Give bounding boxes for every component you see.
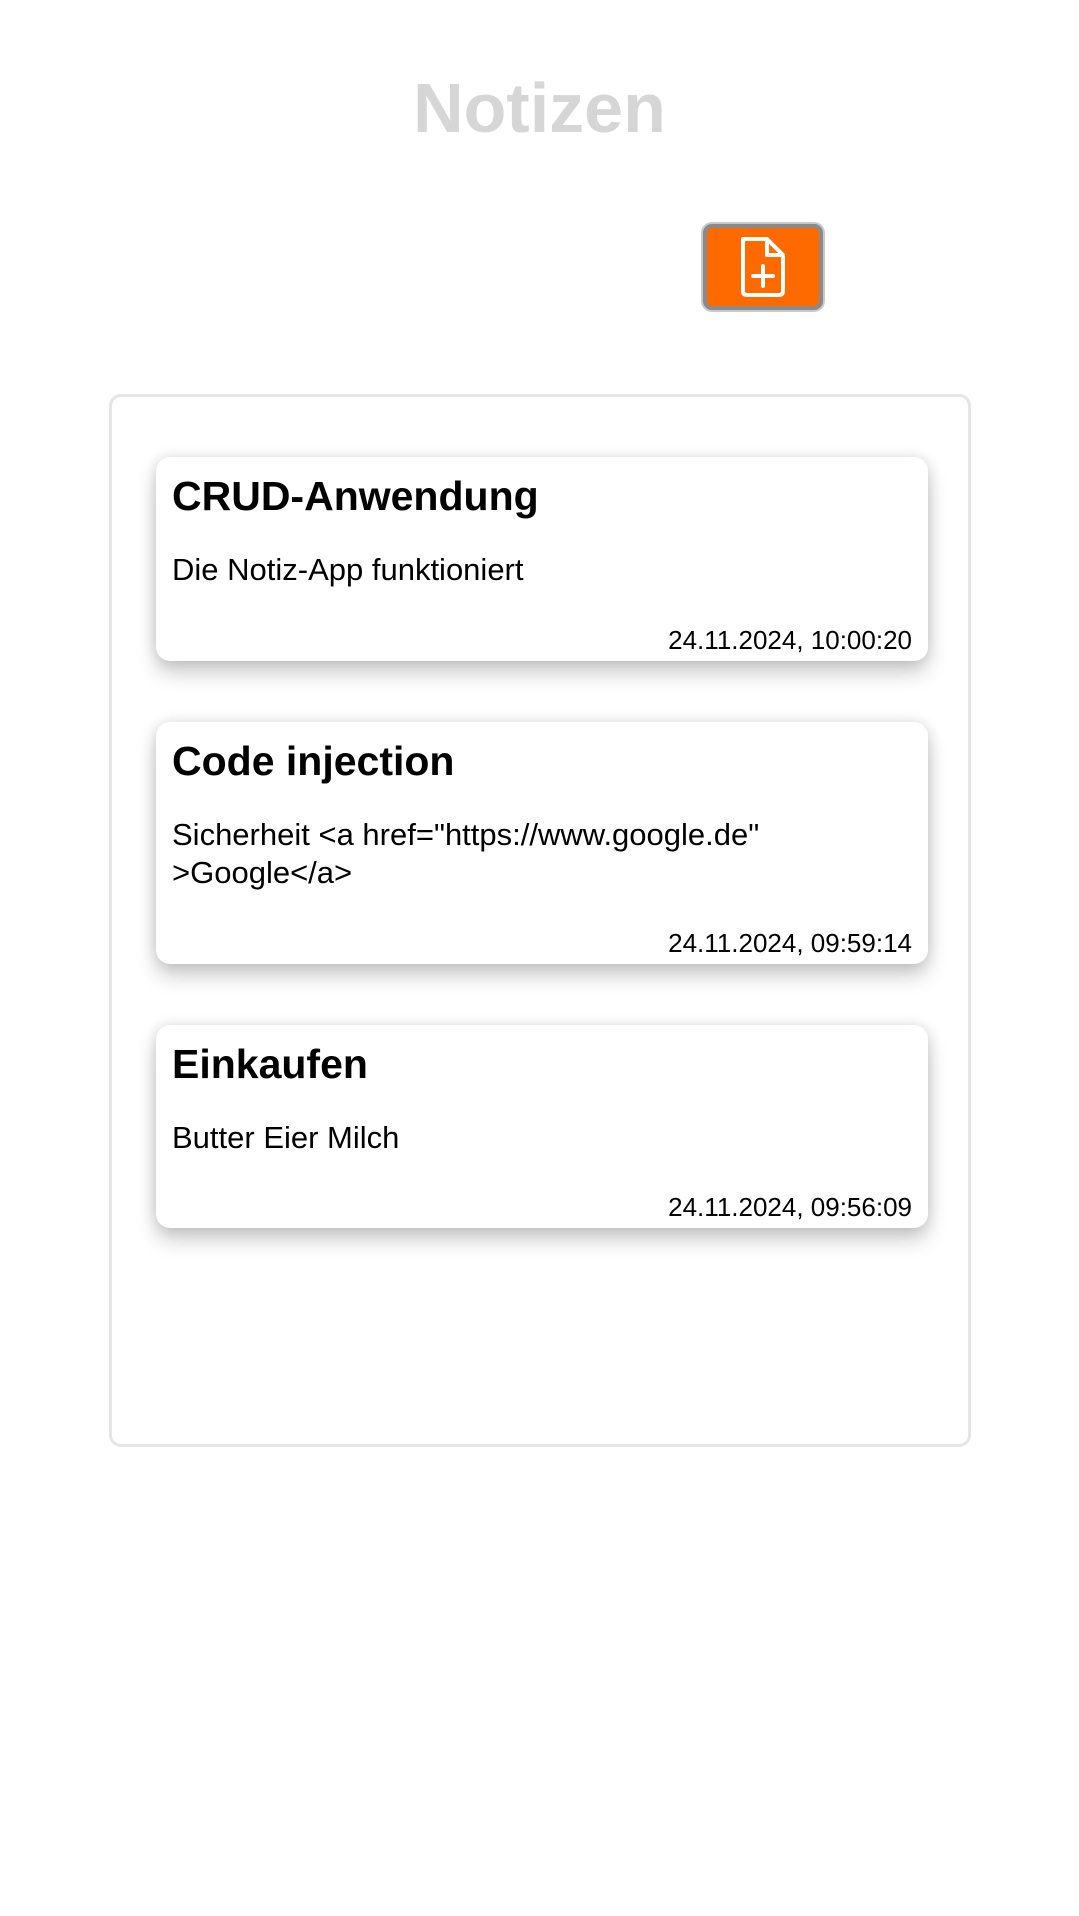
note-body: Die Notiz-App funktioniert: [172, 552, 524, 587]
note-card[interactable]: Code injection Sicherheit <a href="https…: [156, 722, 928, 964]
notes-list: CRUD-Anwendung Die Notiz-App funktionier…: [109, 394, 971, 1447]
note-card[interactable]: CRUD-Anwendung Die Notiz-App funktionier…: [156, 457, 928, 661]
note-body: Sicherheit <a href="https://www.google.d…: [172, 817, 760, 890]
note-title: CRUD-Anwendung: [172, 473, 539, 519]
note-title: Einkaufen: [172, 1041, 368, 1087]
add-note-button[interactable]: [703, 224, 823, 310]
file-plus-icon: [736, 235, 790, 299]
note-title: Code injection: [172, 738, 455, 784]
page-title: Notizen: [413, 69, 666, 147]
note-timestamp: 24.11.2024, 10:00:20: [668, 625, 912, 655]
note-timestamp: 24.11.2024, 09:56:09: [668, 1192, 912, 1222]
note-body: Butter Eier Milch: [172, 1120, 400, 1155]
note-timestamp: 24.11.2024, 09:59:14: [668, 928, 912, 958]
note-card[interactable]: Einkaufen Butter Eier Milch 24.11.2024, …: [156, 1025, 928, 1228]
